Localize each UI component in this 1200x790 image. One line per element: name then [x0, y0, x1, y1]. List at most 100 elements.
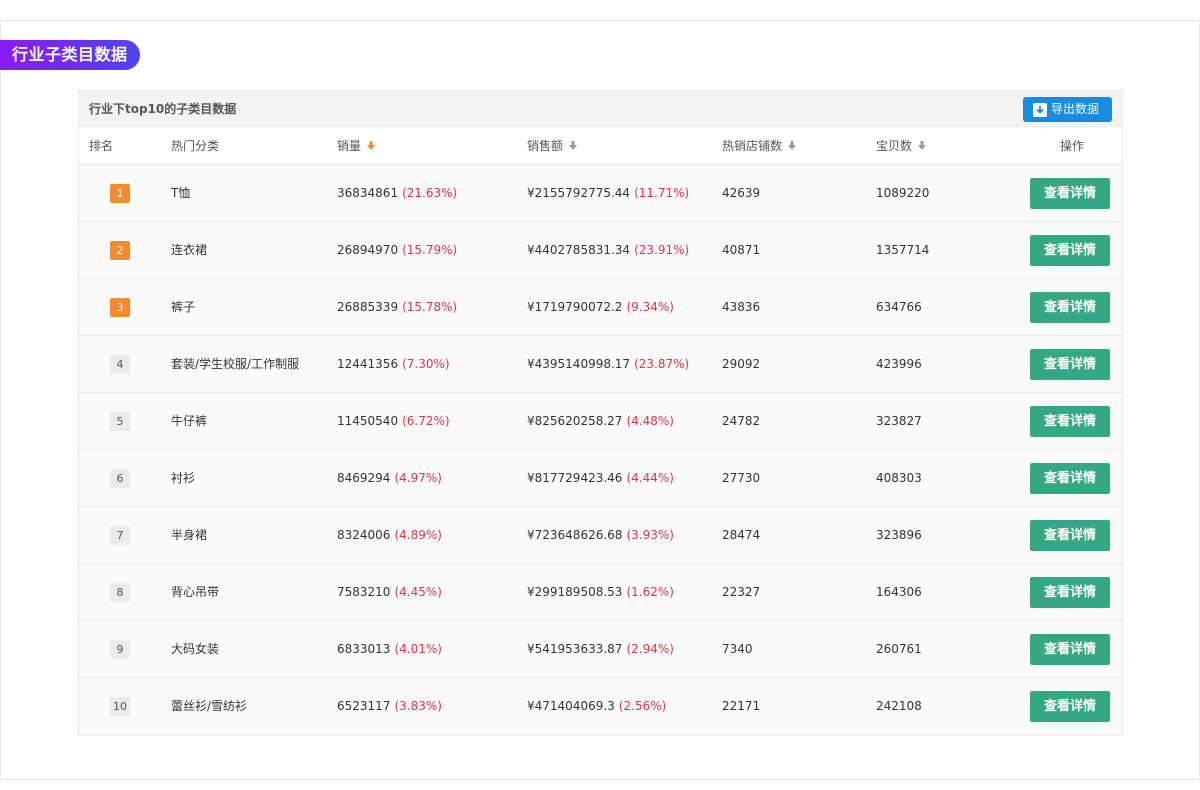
category-name: 连衣裙 — [171, 243, 208, 257]
hot-shops-count: 42639 — [722, 186, 761, 200]
column-hot-shops[interactable]: 热销店铺数 — [722, 127, 797, 165]
hot-shops-count: 43836 — [722, 300, 761, 314]
sales-percent: (6.72%) — [402, 414, 450, 428]
rank-badge: 1 — [110, 184, 130, 203]
category-name: 大码女装 — [171, 642, 220, 656]
view-details-button[interactable]: 查看详情 — [1030, 577, 1110, 608]
subcategory-panel: 行业下top10的子类目数据 导出数据 排名 热门分类 销量 销售额 热销店铺数 — [78, 90, 1123, 736]
sales-percent: (4.01%) — [394, 642, 442, 656]
rank-badge: 5 — [110, 412, 130, 431]
revenue-percent: (23.91%) — [634, 243, 690, 257]
sales-cell: 11450540 (6.72%) — [337, 393, 450, 450]
items-count: 634766 — [876, 300, 922, 314]
sales-cell: 8469294 (4.97%) — [337, 450, 442, 507]
panel-title: 行业下top10的子类目数据 — [89, 102, 237, 116]
rank-badge: 2 — [110, 241, 130, 260]
table-row: 2 连衣裙 26894970 (15.79%) ¥4402785831.34 (23… — [79, 222, 1122, 279]
revenue-value: ¥2155792775.44 — [527, 186, 631, 200]
revenue-cell: ¥825620258.27 (4.48%) — [527, 393, 674, 450]
table-row: 7 半身裙 8324006 (4.89%) ¥723648626.68 (3.93%… — [79, 507, 1122, 564]
rank-badge: 4 — [110, 355, 130, 374]
view-details-button[interactable]: 查看详情 — [1030, 292, 1110, 323]
revenue-value: ¥4402785831.34 — [527, 243, 631, 257]
section-title: 行业子类目数据 — [0, 40, 140, 70]
revenue-percent: (3.93%) — [626, 528, 674, 542]
sales-cell: 7583210 (4.45%) — [337, 564, 442, 621]
table-row: 5 牛仔裤 11450540 (6.72%) ¥825620258.27 (4.48… — [79, 393, 1122, 450]
revenue-percent: (11.71%) — [634, 186, 690, 200]
category-name: 裤子 — [171, 300, 196, 314]
items-count: 1089220 — [876, 186, 930, 200]
panel-header: 行业下top10的子类目数据 导出数据 — [79, 91, 1122, 127]
view-details-button[interactable]: 查看详情 — [1030, 406, 1110, 437]
sort-down-icon[interactable] — [788, 127, 797, 165]
column-items[interactable]: 宝贝数 — [876, 127, 927, 165]
items-count: 408303 — [876, 471, 922, 485]
hot-shops-count: 28474 — [722, 528, 761, 542]
hot-shops-count: 24782 — [722, 414, 761, 428]
sales-value: 36834861 — [337, 186, 399, 200]
view-details-button[interactable]: 查看详情 — [1030, 691, 1110, 722]
sales-cell: 12441356 (7.30%) — [337, 336, 450, 393]
sales-percent: (15.79%) — [402, 243, 458, 257]
revenue-percent: (9.34%) — [626, 300, 674, 314]
revenue-percent: (2.94%) — [626, 642, 674, 656]
revenue-value: ¥541953633.87 — [527, 642, 623, 656]
column-category: 热门分类 — [171, 139, 220, 153]
revenue-value: ¥723648626.68 — [527, 528, 623, 542]
sales-value: 12441356 — [337, 357, 399, 371]
view-details-button[interactable]: 查看详情 — [1030, 634, 1110, 665]
revenue-cell: ¥541953633.87 (2.94%) — [527, 621, 674, 678]
sales-cell: 26894970 (15.79%) — [337, 222, 457, 279]
column-action: 操作 — [1060, 139, 1085, 153]
revenue-cell: ¥4395140998.17 (23.87%) — [527, 336, 689, 393]
column-rank: 排名 — [89, 139, 114, 153]
revenue-cell: ¥817729423.46 (4.44%) — [527, 450, 674, 507]
category-name: 牛仔裤 — [171, 414, 208, 428]
revenue-value: ¥825620258.27 — [527, 414, 623, 428]
column-sales[interactable]: 销量 — [337, 127, 376, 165]
revenue-value: ¥1719790072.2 — [527, 300, 623, 314]
category-name: 背心吊带 — [171, 585, 220, 599]
revenue-cell: ¥2155792775.44 (11.71%) — [527, 165, 689, 222]
rank-badge: 7 — [110, 526, 130, 545]
table-row: 8 背心吊带 7583210 (4.45%) ¥299189508.53 (1.62… — [79, 564, 1122, 621]
view-details-button[interactable]: 查看详情 — [1030, 349, 1110, 380]
view-details-button[interactable]: 查看详情 — [1030, 235, 1110, 266]
sales-cell: 6833013 (4.01%) — [337, 621, 442, 678]
items-count: 164306 — [876, 585, 922, 599]
category-name: 套装/学生校服/工作制服 — [171, 357, 300, 371]
sales-percent: (15.78%) — [402, 300, 458, 314]
table-row: 4 套装/学生校服/工作制服 12441356 (7.30%) ¥43951409… — [79, 336, 1122, 393]
sales-percent: (21.63%) — [402, 186, 458, 200]
export-data-button[interactable]: 导出数据 — [1023, 97, 1112, 122]
revenue-cell: ¥723648626.68 (3.93%) — [527, 507, 674, 564]
sales-value: 6523117 — [337, 699, 391, 713]
sort-down-icon[interactable] — [918, 127, 927, 165]
sales-cell: 36834861 (21.63%) — [337, 165, 457, 222]
hot-shops-count: 22171 — [722, 699, 761, 713]
category-name: 蕾丝衫/雪纺衫 — [171, 699, 248, 713]
sort-down-active-icon[interactable] — [367, 127, 376, 165]
table-row: 6 衬衫 8469294 (4.97%) ¥817729423.46 (4.44%)… — [79, 450, 1122, 507]
sales-value: 26894970 — [337, 243, 399, 257]
table-row: 3 裤子 26885339 (15.78%) ¥1719790072.2 (9.34… — [79, 279, 1122, 336]
column-revenue[interactable]: 销售额 — [527, 127, 578, 165]
items-count: 260761 — [876, 642, 922, 656]
revenue-percent: (23.87%) — [634, 357, 690, 371]
category-name: 半身裙 — [171, 528, 208, 542]
sales-value: 6833013 — [337, 642, 391, 656]
view-details-button[interactable]: 查看详情 — [1030, 520, 1110, 551]
rank-badge: 6 — [110, 469, 130, 488]
items-count: 1357714 — [876, 243, 930, 257]
items-count: 323827 — [876, 414, 922, 428]
hot-shops-count: 40871 — [722, 243, 761, 257]
sort-down-icon[interactable] — [569, 127, 578, 165]
sales-value: 7583210 — [337, 585, 391, 599]
view-details-button[interactable]: 查看详情 — [1030, 463, 1110, 494]
sales-percent: (4.97%) — [394, 471, 442, 485]
revenue-percent: (1.62%) — [626, 585, 674, 599]
sales-cell: 6523117 (3.83%) — [337, 678, 442, 735]
view-details-button[interactable]: 查看详情 — [1030, 178, 1110, 209]
sales-percent: (7.30%) — [402, 357, 450, 371]
